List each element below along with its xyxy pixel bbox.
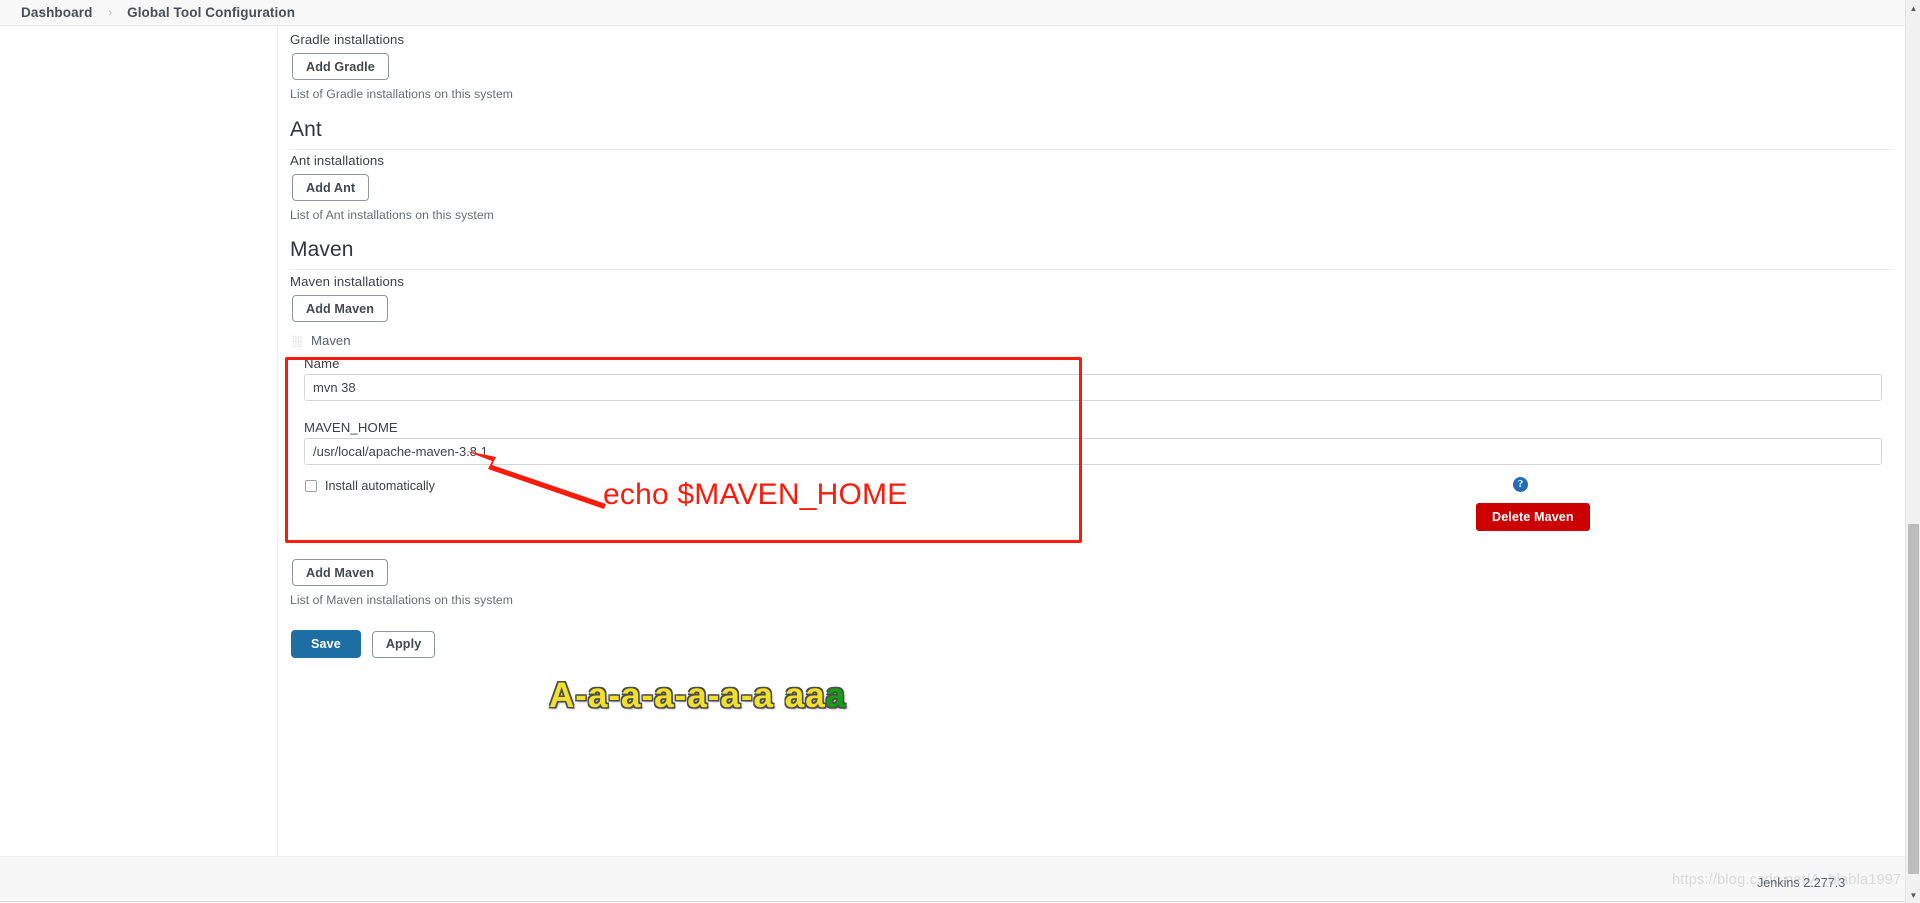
maven-entry-label: Maven xyxy=(311,333,351,348)
form-action-buttons: Save Apply xyxy=(291,630,436,658)
ant-section-title: Ant xyxy=(290,118,322,141)
scrollbar-thumb[interactable] xyxy=(1908,524,1919,874)
maven-home-input[interactable] xyxy=(304,438,1882,465)
ant-section-rule xyxy=(290,149,1893,150)
maven-help-text: List of Maven installations on this syst… xyxy=(290,593,513,607)
add-maven-button-bottom[interactable]: Add Maven xyxy=(292,559,389,586)
page-footer-strip xyxy=(0,856,1905,903)
yellow-watermark-tail: a xyxy=(825,676,847,715)
save-button[interactable]: Save xyxy=(291,630,361,658)
ant-installations-label: Ant installations xyxy=(290,153,385,168)
install-automatically-checkbox[interactable] xyxy=(305,480,317,492)
configuration-form: Gradle installations Add Gradle List of … xyxy=(278,26,1905,856)
breadcrumb-dashboard[interactable]: Dashboard xyxy=(21,5,92,20)
page-body: Gradle installations Add Gradle List of … xyxy=(0,26,1905,856)
question-mark-help-icon[interactable]: ? xyxy=(1513,477,1528,492)
apply-button[interactable]: Apply xyxy=(371,630,436,658)
maven-name-input[interactable] xyxy=(304,374,1882,401)
breadcrumb-separator-icon: › xyxy=(108,6,113,19)
maven-name-field-wrap xyxy=(304,374,1882,401)
yellow-watermark-main: A-a-a-a-a-a-a aa xyxy=(549,676,826,715)
scroll-up-arrow-icon[interactable]: ▲ xyxy=(1906,0,1920,16)
browser-viewport: Dashboard › Global Tool Configuration Gr… xyxy=(0,0,1920,903)
maven-section-title: Maven xyxy=(290,238,354,261)
gradle-installations-label: Gradle installations xyxy=(290,32,405,47)
maven-installations-label: Maven installations xyxy=(290,274,405,289)
maven-name-label: Name xyxy=(304,356,340,371)
ant-help-text: List of Ant installations on this system xyxy=(290,208,494,222)
breadcrumb-current-page: Global Tool Configuration xyxy=(127,5,296,20)
maven-section-header: Maven xyxy=(290,238,1893,270)
yellow-watermark-text: A-a-a-a-a-a-a aaa xyxy=(549,676,846,716)
breadcrumb-bar: Dashboard › Global Tool Configuration xyxy=(0,0,1905,26)
annotation-command-text: echo $MAVEN_HOME xyxy=(603,478,908,511)
vertical-scrollbar[interactable]: ▲ ▼ xyxy=(1905,0,1920,903)
add-maven-button-top[interactable]: Add Maven xyxy=(292,295,389,322)
delete-maven-button[interactable]: Delete Maven xyxy=(1476,503,1590,531)
jenkins-version-label: Jenkins 2.277.3 xyxy=(1757,876,1846,890)
gradle-help-text: List of Gradle installations on this sys… xyxy=(290,87,513,101)
install-automatically-row: Install automatically xyxy=(305,479,435,493)
add-gradle-button[interactable]: Add Gradle xyxy=(292,53,389,80)
scroll-down-arrow-icon[interactable]: ▼ xyxy=(1906,887,1920,903)
maven-home-field-wrap xyxy=(304,438,1882,465)
ant-section-header: Ant xyxy=(290,118,1893,150)
maven-help-icon-wrap: ? xyxy=(1513,477,1528,492)
maven-installation-entry-header: Maven xyxy=(292,333,351,348)
maven-section-rule xyxy=(290,269,1893,270)
maven-home-label: MAVEN_HOME xyxy=(304,420,398,435)
add-ant-button[interactable]: Add Ant xyxy=(292,174,370,201)
drag-grip-icon[interactable] xyxy=(292,334,302,347)
install-automatically-label[interactable]: Install automatically xyxy=(325,479,435,493)
